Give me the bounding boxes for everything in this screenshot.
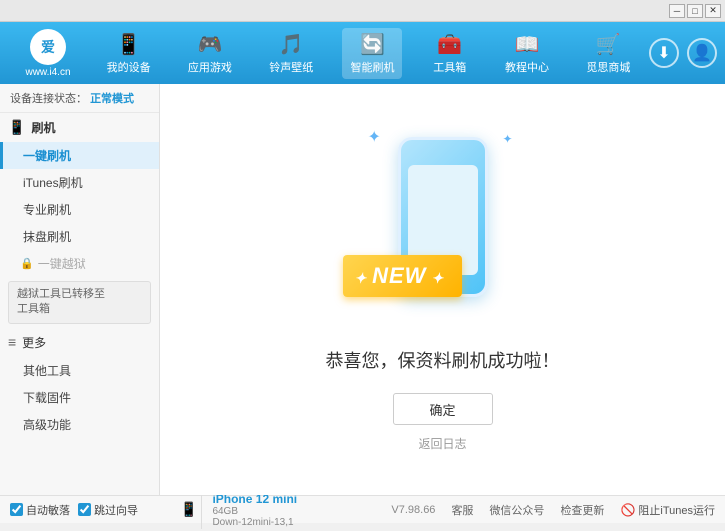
minimize-button[interactable]: ─: [669, 4, 685, 18]
sidebar-item-advanced[interactable]: 高级功能: [0, 411, 159, 438]
new-badge: NEW: [343, 255, 463, 297]
jailbreak-notice: 越狱工具已转移至工具箱: [8, 281, 151, 324]
auto-flash-input[interactable]: [10, 503, 23, 516]
itunes-status[interactable]: 🚫 阻止iTunes运行: [620, 502, 715, 518]
nav-my-device[interactable]: 📱 我的设备: [99, 28, 159, 79]
device-icon: 📱: [180, 501, 197, 518]
bottom-bar: 自动敏落 跳过向导 📱 iPhone 12 mini 64GB Down-12m…: [0, 495, 725, 523]
tutorial-label: 教程中心: [505, 59, 549, 75]
logo-subtitle: www.i4.cn: [25, 67, 70, 78]
sidebar-item-one-key-flash[interactable]: 一键刷机: [0, 142, 159, 169]
bottom-left: 自动敏落 跳过向导: [10, 502, 170, 518]
auto-flash-checkbox[interactable]: 自动敏落: [10, 502, 70, 518]
bottom-right: V7.98.66 客服 微信公众号 检查更新 🚫 阻止iTunes运行: [391, 502, 715, 518]
itunes-status-label: 阻止iTunes运行: [638, 502, 715, 518]
return-log-link[interactable]: 返回日志: [418, 435, 466, 452]
one-key-flash-label: 一键刷机: [23, 149, 71, 163]
other-tools-label: 其他工具: [23, 364, 71, 378]
lock-icon: 🔒: [20, 257, 34, 270]
misi-store-icon: 🛒: [596, 32, 621, 57]
sidebar-item-download-firmware[interactable]: 下载固件: [0, 384, 159, 411]
flash-section-label: 刷机: [31, 119, 55, 136]
header-nav: 📱 我的设备 🎮 应用游戏 🎵 铃声壁纸 🔄 智能刷机 🧰 工具箱 📖 教程中心…: [88, 28, 649, 79]
misi-store-label: 觅思商城: [586, 59, 630, 75]
smart-flash-icon: 🔄: [360, 32, 385, 57]
device-status-bar: 设备连接状态： 正常模式: [0, 84, 159, 113]
download-firmware-label: 下载固件: [23, 391, 71, 405]
sparkle-1: ✦: [368, 127, 381, 147]
itunes-flash-label: iTunes刷机: [23, 176, 83, 190]
download-button[interactable]: ⬇: [649, 38, 679, 68]
confirm-button[interactable]: 确定: [393, 393, 493, 425]
phone-illustration: ✦ ✦ ✦ NEW: [353, 127, 533, 327]
more-icon: ≡: [8, 334, 16, 350]
itunes-icon: 🚫: [620, 503, 635, 517]
close-button[interactable]: ✕: [705, 4, 721, 18]
flash-section-icon: 📱: [8, 119, 25, 136]
sidebar: 设备连接状态： 正常模式 📱 刷机 一键刷机 iTunes刷机 专业刷机 抹盘刷…: [0, 84, 160, 495]
pro-flash-label: 专业刷机: [23, 203, 71, 217]
header-right: ⬇ 👤: [649, 38, 717, 68]
tutorial-icon: 📖: [515, 32, 540, 57]
title-bar: ─ □ ✕: [0, 0, 725, 22]
logo: 爱 www.i4.cn: [8, 29, 88, 78]
jailbreak-disabled: 🔒 一键越狱: [0, 250, 159, 277]
success-message: 恭喜您，保资料刷机成功啦！: [326, 347, 560, 373]
flash-section-header: 📱 刷机: [0, 113, 159, 142]
logo-icon: 爱: [30, 29, 66, 65]
wipe-flash-label: 抹盘刷机: [23, 230, 71, 244]
advanced-label: 高级功能: [23, 418, 71, 432]
apps-games-icon: 🎮: [197, 32, 222, 57]
content-area: ✦ ✦ ✦ NEW 恭喜您，保资料刷机成功啦！ 确定 返回日志: [160, 84, 725, 495]
check-update-link[interactable]: 检查更新: [560, 502, 604, 518]
nav-smart-flash[interactable]: 🔄 智能刷机: [342, 28, 402, 79]
ringtone-label: 铃声壁纸: [269, 59, 313, 75]
toolbox-icon: 🧰: [437, 32, 462, 57]
main-area: 设备连接状态： 正常模式 📱 刷机 一键刷机 iTunes刷机 专业刷机 抹盘刷…: [0, 84, 725, 495]
nav-apps-games[interactable]: 🎮 应用游戏: [180, 28, 240, 79]
maximize-button[interactable]: □: [687, 4, 703, 18]
device-model: Down-12mini-13,1: [212, 517, 297, 528]
nav-misi-store[interactable]: 🛒 觅思商城: [578, 28, 638, 79]
sidebar-item-itunes-flash[interactable]: iTunes刷机: [0, 169, 159, 196]
device-storage: 64GB: [212, 506, 297, 517]
skip-wizard-checkbox[interactable]: 跳过向导: [78, 502, 138, 518]
my-device-icon: 📱: [116, 32, 141, 57]
smart-flash-label: 智能刷机: [350, 59, 394, 75]
ringtone-icon: 🎵: [279, 32, 304, 57]
nav-ringtone[interactable]: 🎵 铃声壁纸: [261, 28, 321, 79]
skip-wizard-label: 跳过向导: [94, 502, 138, 518]
auto-flash-label: 自动敏落: [26, 502, 70, 518]
sidebar-item-wipe-flash[interactable]: 抹盘刷机: [0, 223, 159, 250]
jailbreak-label: 一键越狱: [38, 255, 86, 272]
user-button[interactable]: 👤: [687, 38, 717, 68]
more-label: 更多: [22, 334, 46, 351]
jailbreak-notice-text: 越狱工具已转移至工具箱: [17, 288, 105, 315]
version-text: V7.98.66: [391, 504, 435, 516]
sidebar-item-pro-flash[interactable]: 专业刷机: [0, 196, 159, 223]
header: 爱 www.i4.cn 📱 我的设备 🎮 应用游戏 🎵 铃声壁纸 🔄 智能刷机 …: [0, 22, 725, 84]
support-link[interactable]: 客服: [451, 502, 473, 518]
wechat-link[interactable]: 微信公众号: [489, 502, 544, 518]
sidebar-item-other-tools[interactable]: 其他工具: [0, 357, 159, 384]
nav-tutorial[interactable]: 📖 教程中心: [497, 28, 557, 79]
more-section-header: ≡ 更多: [0, 328, 159, 357]
skip-wizard-input[interactable]: [78, 503, 91, 516]
nav-toolbox[interactable]: 🧰 工具箱: [424, 28, 476, 79]
my-device-label: 我的设备: [107, 59, 151, 75]
toolbox-label: 工具箱: [433, 59, 466, 75]
sparkle-2: ✦: [502, 132, 512, 146]
status-label: 设备连接状态：: [10, 93, 87, 105]
status-value: 正常模式: [90, 93, 134, 105]
apps-games-label: 应用游戏: [188, 59, 232, 75]
